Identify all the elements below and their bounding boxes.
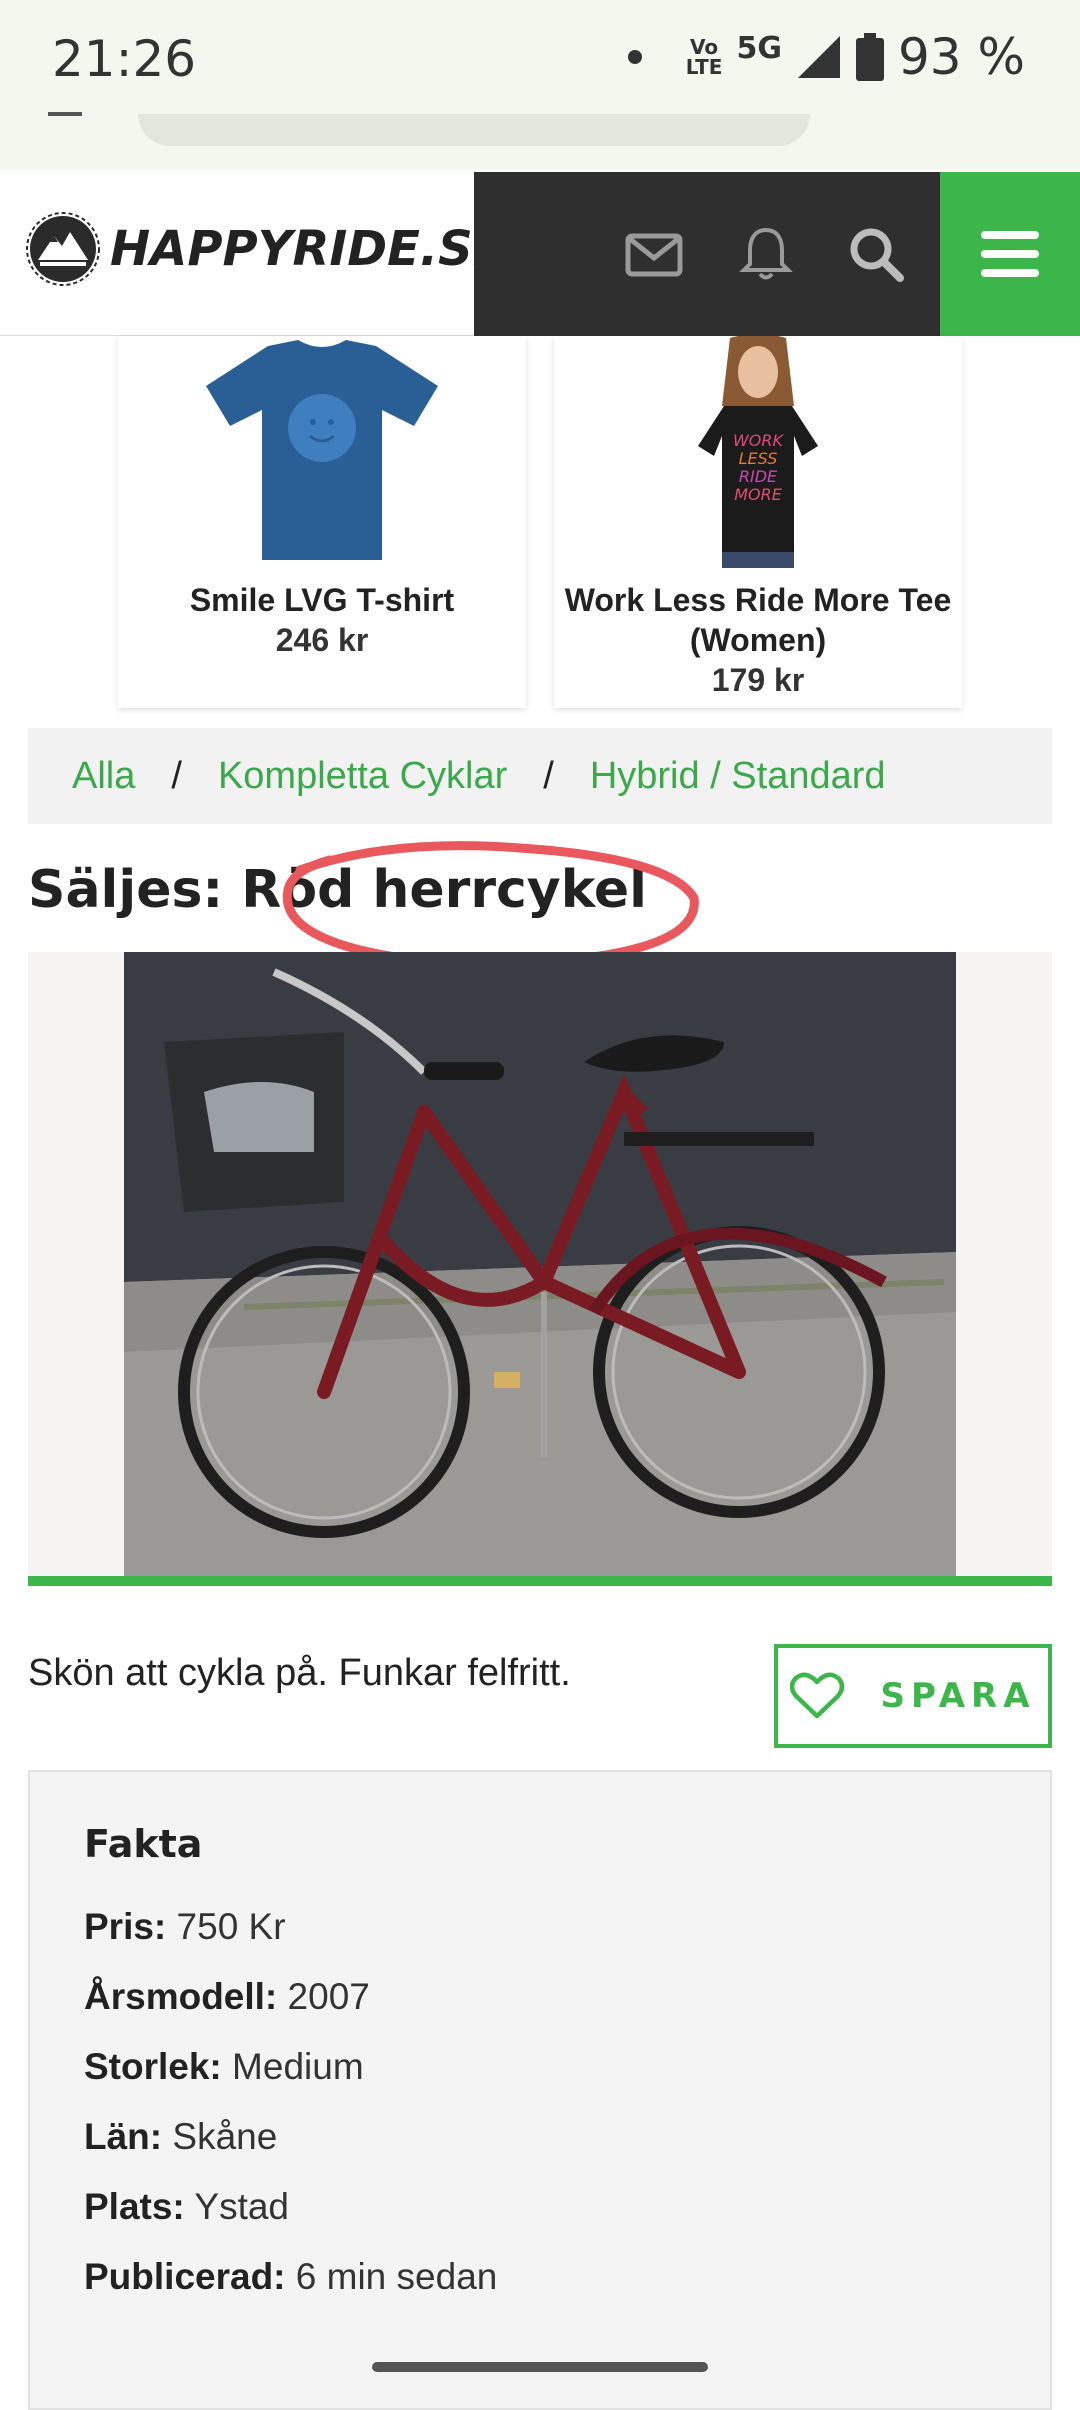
browser-handle	[48, 112, 82, 116]
image-divider	[28, 1576, 1052, 1586]
fakta-label: Plats:	[84, 2186, 185, 2227]
product-card[interactable]: Smile LVG T-shirt 246 kr	[118, 336, 526, 708]
fakta-row-price: Pris: 750 Kr	[84, 1906, 286, 1948]
breadcrumb-separator: /	[171, 754, 182, 797]
fakta-label: Pris:	[84, 1906, 167, 1947]
fakta-label: Storlek:	[84, 2046, 222, 2087]
signal-icon	[797, 36, 840, 78]
heart-icon	[790, 1672, 845, 1719]
product-name: Work Less Ride More Tee (Women)	[564, 582, 952, 658]
network-type: 5G	[736, 30, 782, 66]
product-card[interactable]: WORK LESS RIDE MORE Work Less Ride More …	[554, 336, 962, 708]
product-price: 246 kr	[275, 622, 369, 658]
battery-icon	[855, 33, 884, 81]
svg-text:MORE: MORE	[734, 485, 783, 504]
status-icons: Vo LTE 5G 93 %	[627, 28, 1025, 86]
fakta-row-place: Plats: Ystad	[84, 2186, 289, 2228]
save-label: SPARA	[880, 1676, 1036, 1716]
red-bicycle-photo	[124, 952, 956, 1576]
fakta-row-year: Årsmodell: 2007	[84, 1976, 370, 2018]
hamburger-menu-button[interactable]	[940, 172, 1080, 336]
mountain-logo-icon	[26, 212, 100, 286]
bell-icon[interactable]	[736, 224, 796, 284]
volte-icon: Vo LTE	[686, 37, 723, 77]
battery-percentage: 93 %	[897, 28, 1025, 86]
fakta-label: Län:	[84, 2116, 163, 2157]
breadcrumb: Alla / Kompletta Cyklar / Hybrid / Stand…	[28, 728, 1052, 824]
svg-text:LESS: LESS	[739, 449, 778, 468]
fakta-panel: Fakta Pris: 750 Kr Årsmodell: 2007 Storl…	[28, 1770, 1052, 2410]
fakta-label: Årsmodell:	[84, 1976, 278, 2017]
url-bar[interactable]	[138, 114, 810, 146]
search-icon[interactable]	[846, 224, 906, 284]
tshirt-blue-image	[206, 340, 438, 560]
breadcrumb-link[interactable]: Alla	[72, 755, 135, 798]
logo-text: HAPPYRIDE.SE	[110, 221, 506, 277]
product-name: Smile LVG T-shirt	[189, 582, 455, 618]
header-actions	[474, 172, 940, 336]
save-button[interactable]: SPARA	[774, 1644, 1052, 1748]
listing-description: Skön att cykla på. Funkar felfritt.	[28, 1652, 571, 1694]
svg-text:WORK: WORK	[733, 431, 785, 450]
notification-dot-icon	[627, 50, 642, 64]
fakta-row-published: Publicerad: 6 min sedan	[84, 2256, 497, 2298]
volte-top-text: Vo	[690, 35, 719, 59]
breadcrumb-separator: /	[543, 754, 554, 797]
fakta-value: Skåne	[172, 2116, 278, 2157]
mail-icon[interactable]	[624, 224, 684, 284]
tshirt-women-image: WORK LESS RIDE MORE	[698, 336, 818, 568]
home-indicator[interactable]	[372, 2362, 708, 2372]
fakta-value: 750 Kr	[176, 1906, 286, 1947]
site-header: HAPPYRIDE.SE	[0, 172, 1080, 336]
product-price: 179 kr	[711, 662, 805, 698]
site-logo[interactable]: HAPPYRIDE.SE	[26, 212, 505, 286]
product-info: Work Less Ride More Tee (Women) 179 kr	[564, 580, 952, 700]
listing-image-frame[interactable]	[28, 952, 1052, 1576]
fakta-value: Medium	[232, 2046, 364, 2087]
fakta-value: Ystad	[194, 2186, 290, 2227]
svg-text:RIDE: RIDE	[739, 467, 778, 486]
fakta-title: Fakta	[84, 1822, 203, 1866]
fakta-value: 6 min sedan	[295, 2256, 498, 2297]
hamburger-menu-icon	[981, 231, 1039, 277]
fakta-value: 2007	[287, 1976, 370, 2017]
status-bar: 21:26 Vo LTE 5G 93 %	[0, 0, 1080, 170]
product-info: Smile LVG T-shirt 246 kr	[128, 580, 516, 660]
breadcrumb-link[interactable]: Hybrid / Standard	[590, 755, 886, 798]
fakta-row-size: Storlek: Medium	[84, 2046, 364, 2088]
fakta-label: Publicerad:	[84, 2256, 286, 2297]
status-time: 21:26	[52, 30, 197, 88]
breadcrumb-link[interactable]: Kompletta Cyklar	[218, 755, 507, 798]
fakta-row-county: Län: Skåne	[84, 2116, 277, 2158]
volte-bottom-text: LTE	[685, 55, 723, 79]
